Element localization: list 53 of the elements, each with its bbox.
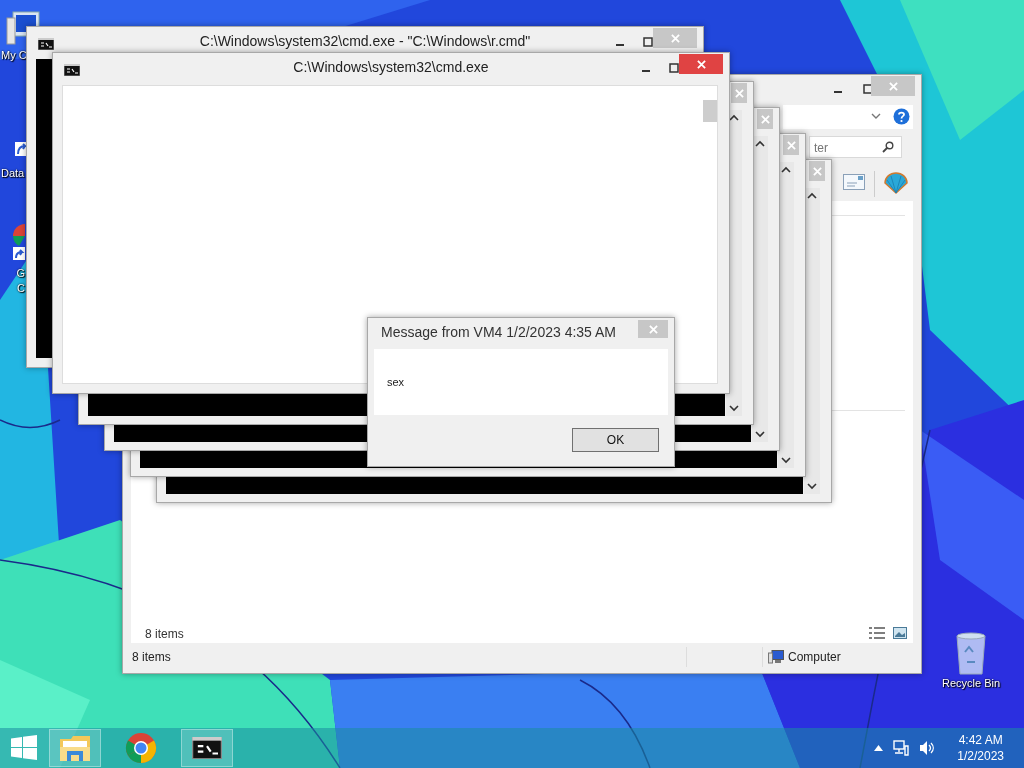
status-location: Computer (788, 650, 841, 664)
item-count: 8 items (145, 627, 184, 641)
ok-button[interactable]: OK (572, 428, 659, 452)
computer-icon (768, 650, 784, 664)
volume-icon[interactable] (919, 740, 936, 756)
console-icon (38, 38, 54, 50)
search-icon[interactable] (882, 141, 894, 153)
scroll-up-icon[interactable] (755, 140, 765, 148)
maximize-button[interactable] (863, 84, 873, 94)
close-icon (760, 114, 770, 124)
close-icon (734, 88, 744, 98)
large-icons-view-icon[interactable] (893, 627, 907, 639)
close-icon (786, 140, 796, 150)
close-icon (670, 33, 680, 43)
close-icon (648, 324, 658, 334)
close-icon (696, 59, 706, 69)
chevron-icon[interactable] (871, 112, 881, 120)
scroll-up-icon[interactable] (807, 192, 817, 200)
scrollbar-thumb[interactable] (703, 100, 717, 122)
clock-time: 4:42 AM (958, 732, 1003, 748)
windows-logo-icon[interactable] (11, 735, 37, 761)
maximize-button[interactable] (669, 63, 679, 73)
mail-icon[interactable] (843, 174, 865, 190)
shell-icon[interactable] (883, 171, 909, 195)
console-icon (64, 64, 80, 76)
chrome-icon (125, 732, 157, 764)
dialog-title: Message from VM4 1/2/2023 4:35 AM (381, 324, 616, 340)
network-icon[interactable] (893, 740, 910, 756)
search-field[interactable]: ter (809, 136, 902, 158)
message-text: sex (387, 376, 405, 388)
caret-up-icon[interactable] (874, 745, 884, 751)
scroll-up-icon[interactable] (729, 114, 739, 122)
window-title: C:\Windows\system32\cmd.exe - "C:\Windows\r.cmd" (199, 33, 531, 49)
help-icon[interactable] (893, 108, 910, 125)
scroll-down-icon[interactable] (781, 456, 791, 464)
details-view-icon[interactable] (869, 627, 885, 639)
scroll-up-icon[interactable] (781, 166, 791, 174)
folder-icon (59, 733, 91, 763)
maximize-button[interactable] (643, 37, 653, 47)
icon-label[interactable]: Recycle Bin (942, 676, 1001, 691)
icon-label[interactable]: My C (1, 48, 27, 63)
taskbar-app[interactable] (181, 729, 233, 767)
console-icon (192, 737, 222, 759)
scroll-down-icon[interactable] (755, 430, 765, 438)
scroll-down-icon[interactable] (729, 404, 739, 412)
scroll-down-icon[interactable] (807, 482, 817, 490)
clock-date: 1/2/2023 (957, 748, 1004, 764)
close-icon (888, 81, 898, 91)
status-item-count: 8 items (132, 650, 171, 664)
icon-label[interactable]: Data (1, 166, 25, 181)
close-icon (812, 166, 822, 176)
clock[interactable]: 4:42 AM 1/2/2023 (957, 732, 1004, 764)
window-title: C:\Windows\system32\cmd.exe (293, 59, 489, 75)
